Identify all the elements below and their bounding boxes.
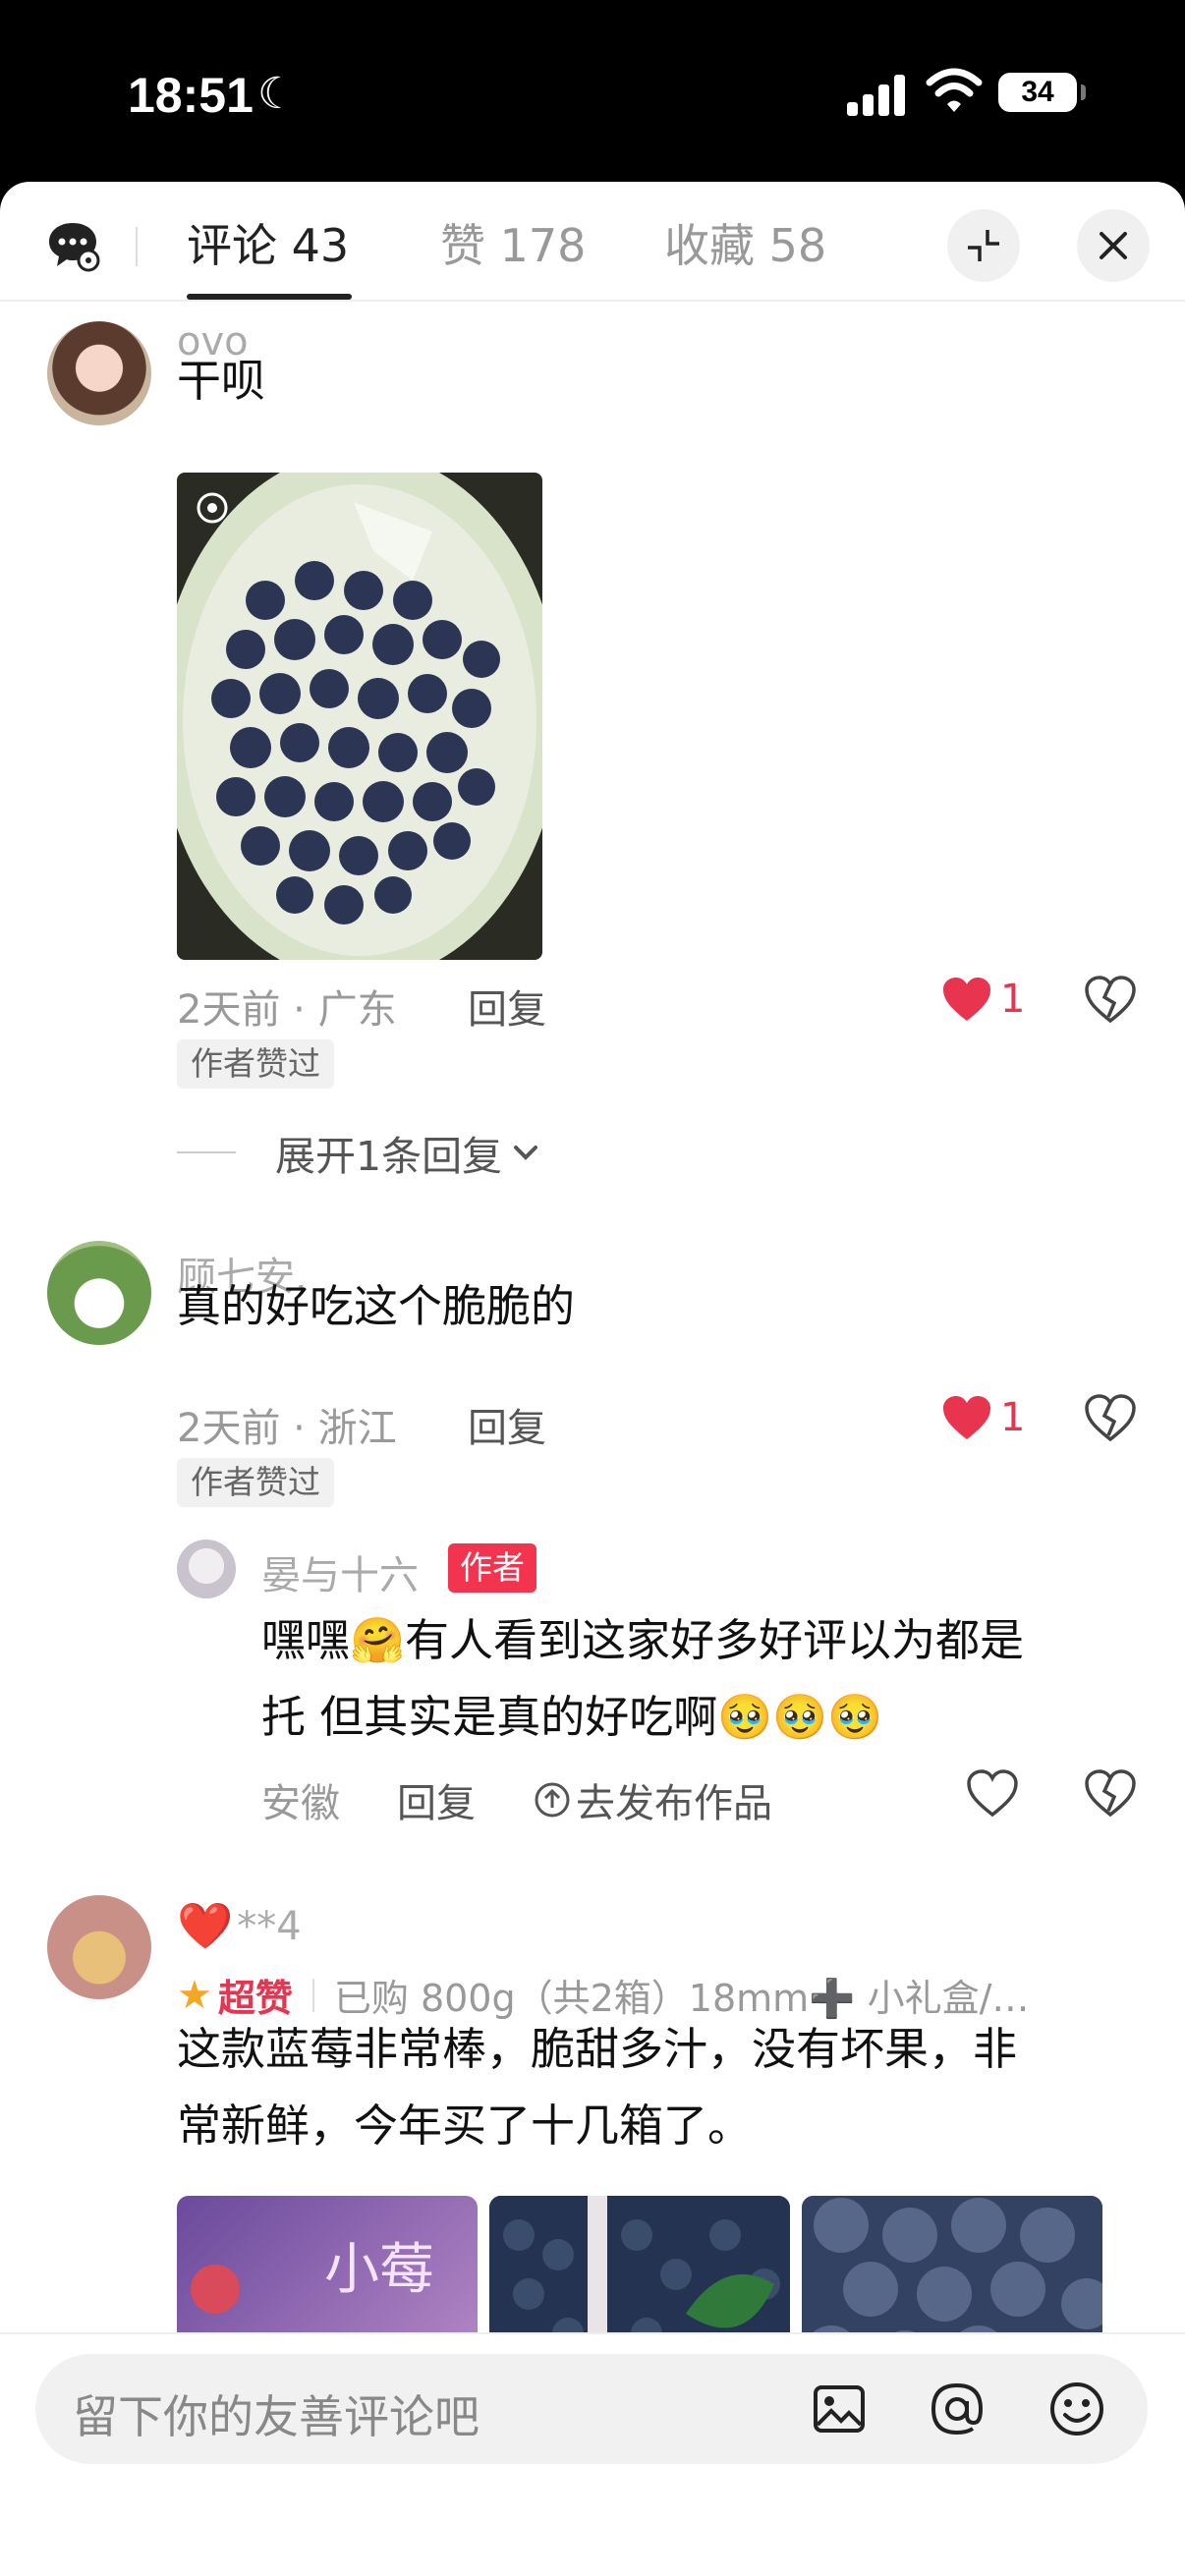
heart-emoji: ❤️ bbox=[177, 1899, 234, 1952]
heart-outline-icon[interactable] bbox=[967, 1769, 1018, 1819]
avatar[interactable] bbox=[47, 1895, 151, 1999]
signal-icon bbox=[847, 71, 906, 116]
publish-work-label: 去发布作品 bbox=[576, 1781, 772, 1826]
comment-settings-icon[interactable] bbox=[45, 217, 100, 272]
comment-sheet: 评论 43 赞 178 收藏 58 ovo 干呗 2天前 · 广东 回复 1 作… bbox=[0, 182, 1185, 2576]
like-count: 1 bbox=[1000, 977, 1026, 1022]
reply-text: 托 但其实是真的好吃啊🥹🥹🥹 bbox=[261, 1691, 883, 1743]
author-liked-badge: 作者赞过 bbox=[177, 1458, 334, 1507]
image-picker-icon[interactable] bbox=[812, 2381, 867, 2436]
reply-meta: 安徽 bbox=[261, 1781, 340, 1826]
comment-text: 真的好吃这个脆脆的 bbox=[177, 1280, 576, 1332]
expand-line bbox=[177, 1151, 236, 1153]
expand-replies-button[interactable]: 展开1条回复 bbox=[177, 1123, 543, 1182]
comment-text: 这款蓝莓非常棒，脆甜多汁，没有坏果，非 bbox=[177, 2023, 1018, 2075]
comment-author[interactable]: ❤️ **4 bbox=[177, 1899, 302, 1953]
reply-button[interactable]: 回复 bbox=[468, 1396, 546, 1453]
image-sticker bbox=[191, 2265, 240, 2314]
image-text: 小莓 bbox=[324, 2238, 434, 2302]
mention-icon[interactable] bbox=[928, 2380, 987, 2438]
author-liked-badge: 作者赞过 bbox=[177, 1039, 334, 1089]
reply-button[interactable]: 回复 bbox=[468, 978, 546, 1035]
status-time: 18:51 bbox=[128, 68, 254, 123]
comment-meta: 2天前 · 浙江 bbox=[177, 1406, 397, 1451]
status-bar: 18:51 ☾ 34 bbox=[0, 0, 1185, 187]
comment-meta: 2天前 · 广东 bbox=[177, 987, 397, 1033]
close-button[interactable] bbox=[1077, 209, 1150, 282]
reply-text: 嘿嘿🤗有人看到这家好多好评以为都是 bbox=[261, 1614, 1025, 1666]
tab-likes[interactable]: 赞 178 bbox=[440, 211, 586, 280]
heart-filled-icon bbox=[943, 978, 990, 1021]
tab-favorites[interactable]: 收藏 58 bbox=[664, 211, 826, 280]
comment-author-name: **4 bbox=[237, 1903, 302, 1949]
avatar[interactable] bbox=[177, 1540, 236, 1598]
chevron-down-icon bbox=[514, 1146, 538, 1160]
divider bbox=[311, 1978, 314, 2012]
comment-input[interactable]: 留下你的友善评论吧 bbox=[35, 2354, 1148, 2464]
avatar[interactable] bbox=[47, 1241, 151, 1345]
close-icon bbox=[1100, 232, 1127, 259]
dislike-icon[interactable] bbox=[1085, 1394, 1136, 1443]
reply-author[interactable]: 晏与十六 bbox=[261, 1543, 419, 1600]
reply-button[interactable]: 回复 bbox=[397, 1771, 476, 1828]
active-tab-indicator bbox=[187, 294, 352, 300]
moon-icon: ☾ bbox=[257, 69, 297, 119]
dislike-icon[interactable] bbox=[1085, 1769, 1136, 1819]
like-count: 1 bbox=[1000, 1395, 1026, 1440]
dislike-icon[interactable] bbox=[1085, 976, 1136, 1025]
comment-text: 常新鲜，今年买了十几箱了。 bbox=[177, 2100, 753, 2152]
blueberry-photo bbox=[177, 473, 542, 960]
wifi-icon bbox=[926, 68, 983, 112]
like-button[interactable]: 1 bbox=[941, 1394, 1025, 1441]
comment-image[interactable] bbox=[177, 473, 542, 960]
collapse-button[interactable] bbox=[947, 209, 1020, 282]
avatar[interactable] bbox=[47, 321, 151, 425]
tab-comments[interactable]: 评论 43 bbox=[187, 211, 349, 280]
author-tag: 作者 bbox=[448, 1543, 536, 1593]
comment-list[interactable]: ovo 干呗 2天前 · 广东 回复 1 作者赞过 展开1条回复 顾七安. 真的… bbox=[0, 302, 1185, 2514]
upload-circle-icon bbox=[535, 1782, 570, 1818]
collapse-icon bbox=[968, 230, 999, 261]
comment-composer: 留下你的友善评论吧 bbox=[0, 2332, 1185, 2576]
publish-work-button[interactable]: 去发布作品 bbox=[533, 1771, 772, 1828]
heart-filled-icon bbox=[943, 1396, 990, 1439]
emoji-icon[interactable] bbox=[1047, 2380, 1106, 2438]
comment-input-placeholder: 留下你的友善评论吧 bbox=[73, 2390, 480, 2443]
like-button[interactable]: 1 bbox=[941, 976, 1025, 1023]
expand-replies-label: 展开1条回复 bbox=[275, 1133, 503, 1180]
tab-bar: 评论 43 赞 178 收藏 58 bbox=[0, 182, 1185, 302]
battery-icon: 34 bbox=[998, 73, 1086, 112]
tab-divider bbox=[136, 227, 138, 266]
comment-text: 干呗 bbox=[177, 355, 266, 407]
